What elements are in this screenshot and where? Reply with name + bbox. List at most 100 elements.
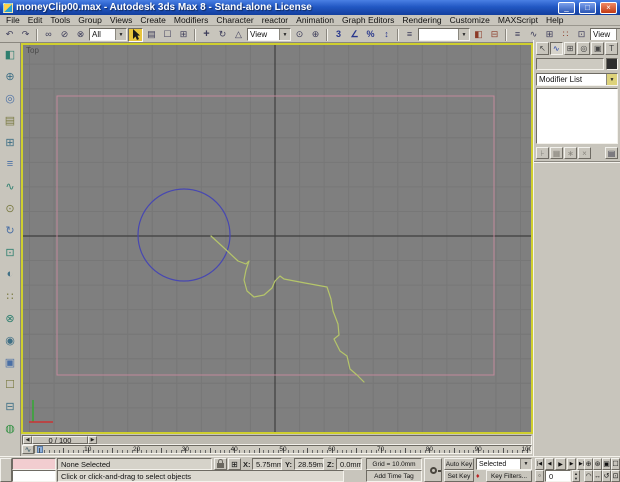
- left-toolbar-icon-17[interactable]: ⊟: [2, 398, 18, 414]
- tab-hierarchy[interactable]: ⊞: [563, 42, 577, 55]
- zoom-all-button[interactable]: ⊛: [593, 458, 602, 470]
- current-frame-field[interactable]: 0: [545, 470, 571, 482]
- time-slider-handle[interactable]: 0 / 100: [32, 436, 88, 445]
- left-toolbar-icon-16[interactable]: ☐: [2, 376, 18, 392]
- spinner-snap-icon[interactable]: ↕: [379, 28, 394, 42]
- chevron-down-icon[interactable]: ▼: [458, 29, 469, 40]
- left-toolbar-icon-12[interactable]: ∷: [2, 288, 18, 304]
- tab-utilities[interactable]: T: [605, 42, 618, 55]
- coord-y-field[interactable]: 28.59mm: [294, 458, 324, 470]
- configure-modifier-sets-icon[interactable]: ▤: [605, 147, 618, 159]
- chevron-down-icon[interactable]: ▼: [520, 459, 531, 469]
- menu-reactor[interactable]: reactor: [258, 15, 292, 25]
- field-of-view-button[interactable]: ◠: [584, 470, 593, 482]
- set-keys-button[interactable]: [424, 458, 442, 482]
- time-slider-track[interactable]: ◀ 0 / 100 ▶: [22, 435, 532, 445]
- menu-help[interactable]: Help: [542, 15, 567, 25]
- zoom-region-button[interactable]: ☐: [611, 458, 620, 470]
- left-toolbar-icon-2[interactable]: ⊕: [2, 68, 18, 84]
- undo-icon[interactable]: ↶: [2, 28, 17, 42]
- remove-modifier-icon[interactable]: ×: [578, 147, 591, 159]
- left-toolbar-icon-1[interactable]: ◧: [2, 46, 18, 62]
- key-mode-toggle[interactable]: ○: [535, 470, 544, 482]
- viewport-top[interactable]: Top: [21, 43, 533, 434]
- go-to-start-button[interactable]: |◀: [535, 458, 544, 470]
- left-toolbar-icon-7[interactable]: ∿: [2, 178, 18, 194]
- select-and-scale-icon[interactable]: △: [231, 28, 246, 42]
- mini-curve-editor-button[interactable]: ∿: [22, 445, 34, 454]
- left-toolbar-icon-9[interactable]: ↻: [2, 222, 18, 238]
- chevron-down-icon[interactable]: ▼: [616, 29, 620, 40]
- tab-display[interactable]: ▣: [591, 42, 605, 55]
- left-toolbar-icon-8[interactable]: ⊙: [2, 200, 18, 216]
- min-max-toggle-button[interactable]: ⊡: [611, 470, 620, 482]
- selection-filter-dropdown[interactable]: All ▼: [89, 28, 127, 41]
- snap-toggle-3d-icon[interactable]: 3: [331, 28, 346, 42]
- mini-listener-splitter[interactable]: [0, 458, 12, 482]
- coord-x-field[interactable]: 5.75mm: [252, 458, 282, 470]
- viewport-label[interactable]: Top: [26, 46, 39, 55]
- select-and-link-icon[interactable]: ∞: [41, 28, 56, 42]
- show-end-result-icon[interactable]: ▦: [550, 147, 563, 159]
- select-by-name-icon[interactable]: ▤: [144, 28, 159, 42]
- select-and-move-icon[interactable]: +: [199, 28, 214, 42]
- restore-button[interactable]: □: [579, 1, 596, 14]
- macro-recorder-field[interactable]: [12, 458, 56, 470]
- zoom-extents-button[interactable]: ▣: [602, 458, 611, 470]
- selection-lock-button[interactable]: [214, 458, 227, 470]
- track-bar-ruler[interactable]: 10 20 30 40 50 60 70 80 90 100: [34, 445, 532, 454]
- unlink-selection-icon[interactable]: ⊘: [57, 28, 72, 42]
- left-toolbar-icon-10[interactable]: ⊡: [2, 244, 18, 260]
- left-toolbar-icon-11[interactable]: ◐: [2, 266, 18, 282]
- tab-motion[interactable]: ◎: [577, 42, 591, 55]
- layer-manager-icon[interactable]: ≡: [510, 28, 525, 42]
- left-toolbar-icon-3[interactable]: ◎: [2, 90, 18, 106]
- left-toolbar-icon-14[interactable]: ◉: [2, 332, 18, 348]
- absolute-offset-toggle[interactable]: ⊞: [228, 458, 241, 470]
- menu-animation[interactable]: Animation: [292, 15, 338, 25]
- viewport-canvas[interactable]: [23, 45, 531, 432]
- frame-spinner[interactable]: ▲ ▼: [572, 470, 580, 482]
- maxscript-listener-field[interactable]: [12, 470, 56, 482]
- left-toolbar-icon-6[interactable]: ≡: [2, 156, 18, 172]
- set-key-button[interactable]: Set Key: [444, 470, 474, 482]
- modifier-stack-list[interactable]: [536, 88, 618, 144]
- menu-group[interactable]: Group: [74, 15, 106, 25]
- reference-coordinate-dropdown[interactable]: View ▼: [247, 28, 291, 41]
- menu-file[interactable]: File: [2, 15, 24, 25]
- mirror-icon[interactable]: ◧: [471, 28, 486, 42]
- menu-graph-editors[interactable]: Graph Editors: [338, 15, 398, 25]
- tab-modify[interactable]: ∿: [549, 42, 563, 55]
- chevron-down-icon[interactable]: ▼: [606, 74, 617, 85]
- bind-to-spacewarp-icon[interactable]: ⊗: [73, 28, 88, 42]
- menu-edit[interactable]: Edit: [24, 15, 47, 25]
- menu-modifiers[interactable]: Modifiers: [170, 15, 212, 25]
- current-frame-marker[interactable]: [37, 446, 43, 453]
- next-frame-button[interactable]: ▶: [567, 458, 576, 470]
- percent-snap-icon[interactable]: %: [363, 28, 378, 42]
- menu-customize[interactable]: Customize: [446, 15, 494, 25]
- edit-named-selections-icon[interactable]: ≡: [402, 28, 417, 42]
- add-time-tag[interactable]: Add Time Tag: [366, 470, 422, 482]
- frame-step-back-button[interactable]: ◀: [23, 436, 32, 444]
- selection-region-icon[interactable]: ☐: [160, 28, 175, 42]
- menu-rendering[interactable]: Rendering: [398, 15, 445, 25]
- frame-step-forward-button[interactable]: ▶: [88, 436, 97, 444]
- left-toolbar-icon-15[interactable]: ▣: [2, 354, 18, 370]
- left-toolbar-icon-13[interactable]: ⊗: [2, 310, 18, 326]
- spinner-down-icon[interactable]: ▼: [574, 476, 578, 481]
- select-and-manipulate-icon[interactable]: ⊕: [308, 28, 323, 42]
- minimize-button[interactable]: _: [558, 1, 575, 14]
- pin-stack-icon[interactable]: ⊦: [536, 147, 549, 159]
- tab-create[interactable]: ↖: [536, 42, 549, 55]
- zoom-button[interactable]: ⊕: [584, 458, 593, 470]
- close-button[interactable]: ×: [600, 1, 617, 14]
- shape-spline[interactable]: [210, 235, 365, 383]
- object-name-field[interactable]: [536, 58, 604, 70]
- named-selection-dropdown[interactable]: ▼: [418, 28, 470, 41]
- window-crossing-icon[interactable]: ⊞: [176, 28, 191, 42]
- menu-tools[interactable]: Tools: [46, 15, 74, 25]
- left-toolbar-icon-4[interactable]: ▤: [2, 112, 18, 128]
- arc-rotate-button[interactable]: ↺: [602, 470, 611, 482]
- make-unique-icon[interactable]: ∗: [564, 147, 577, 159]
